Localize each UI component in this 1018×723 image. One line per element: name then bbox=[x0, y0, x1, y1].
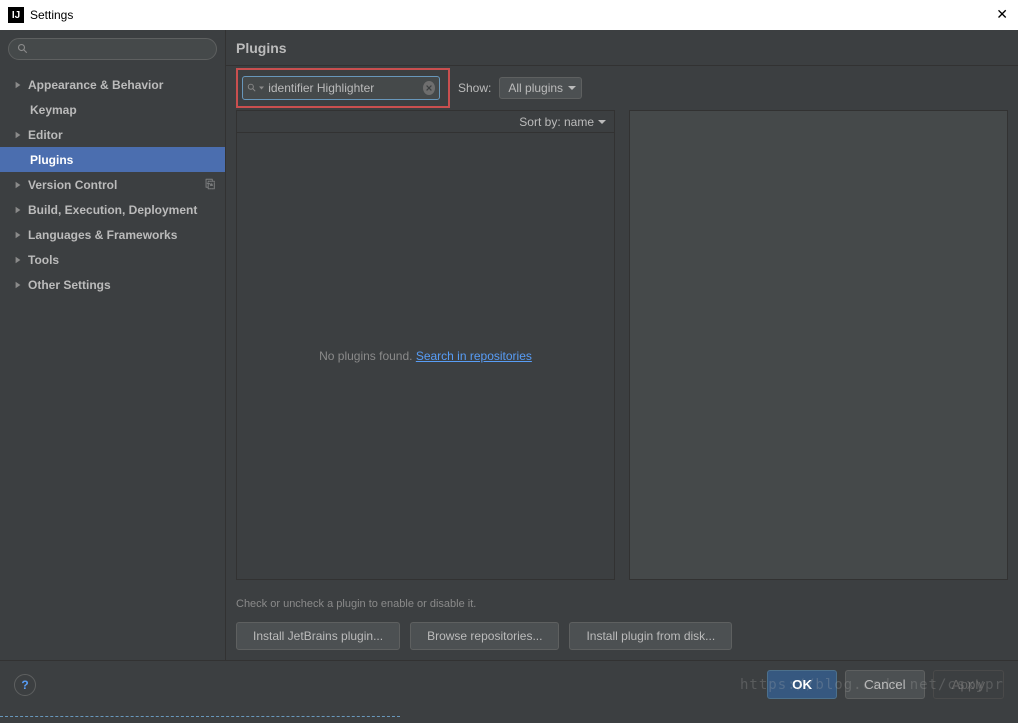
show-label: Show: bbox=[458, 81, 491, 95]
chevron-right-icon bbox=[14, 281, 24, 289]
sidebar-item-build-execution-deployment[interactable]: Build, Execution, Deployment bbox=[0, 197, 225, 222]
sidebar-item-label: Build, Execution, Deployment bbox=[28, 203, 197, 217]
sidebar-item-label: Appearance & Behavior bbox=[28, 78, 163, 92]
install-from-disk-button[interactable]: Install plugin from disk... bbox=[569, 622, 732, 650]
sidebar-item-label: Plugins bbox=[30, 153, 73, 167]
search-icon bbox=[17, 43, 29, 55]
dialog-footer: ? OK Cancel Apply bbox=[0, 660, 1018, 708]
ok-button[interactable]: OK bbox=[767, 670, 837, 699]
app-icon: IJ bbox=[8, 7, 24, 23]
sidebar-item-appearance-behavior[interactable]: Appearance & Behavior bbox=[0, 72, 225, 97]
sidebar: Appearance & Behavior Keymap Editor Plugins… bbox=[0, 30, 226, 660]
sidebar-item-label: Keymap bbox=[30, 103, 77, 117]
chevron-right-icon bbox=[14, 256, 24, 264]
sidebar-item-label: Version Control bbox=[28, 178, 117, 192]
plugin-detail-panel bbox=[629, 110, 1008, 580]
sort-dropdown[interactable]: Sort by: name bbox=[519, 115, 606, 129]
apply-button: Apply bbox=[933, 670, 1004, 699]
install-jetbrains-button[interactable]: Install JetBrains plugin... bbox=[236, 622, 400, 650]
decorative-line bbox=[0, 716, 400, 717]
chevron-right-icon bbox=[14, 181, 24, 189]
settings-tree: Appearance & Behavior Keymap Editor Plugins… bbox=[0, 68, 225, 297]
sidebar-item-tools[interactable]: Tools bbox=[0, 247, 225, 272]
show-filter-dropdown[interactable]: All plugins bbox=[499, 77, 582, 99]
sidebar-item-editor[interactable]: Editor bbox=[0, 122, 225, 147]
sidebar-item-label: Editor bbox=[28, 128, 63, 142]
search-repositories-link[interactable]: Search in repositories bbox=[416, 349, 532, 363]
chevron-right-icon bbox=[14, 206, 24, 214]
sidebar-item-label: Languages & Frameworks bbox=[28, 228, 177, 242]
page-title: Plugins bbox=[226, 30, 1018, 66]
plugin-search-field[interactable] bbox=[242, 76, 440, 100]
chevron-down-icon[interactable] bbox=[259, 85, 264, 91]
titlebar: IJ Settings ✕ bbox=[0, 0, 1018, 30]
sidebar-item-plugins[interactable]: Plugins bbox=[0, 147, 225, 172]
sidebar-item-label: Tools bbox=[28, 253, 59, 267]
sidebar-search-input[interactable] bbox=[8, 38, 217, 60]
content-area: Plugins Show: All plugins Sort by: na bbox=[226, 30, 1018, 660]
cancel-button[interactable]: Cancel bbox=[845, 670, 925, 699]
empty-text: No plugins found. bbox=[319, 349, 416, 363]
search-icon bbox=[247, 82, 257, 94]
sidebar-item-version-control[interactable]: Version Control ⎘ bbox=[0, 172, 225, 197]
sidebar-item-keymap[interactable]: Keymap bbox=[0, 97, 225, 122]
hint-text: Check or uncheck a plugin to enable or d… bbox=[226, 590, 1018, 618]
sidebar-item-other-settings[interactable]: Other Settings bbox=[0, 272, 225, 297]
plugin-list-panel: Sort by: name No plugins found. Search i… bbox=[236, 110, 615, 580]
clear-search-icon[interactable] bbox=[423, 81, 435, 95]
plugin-search-input[interactable] bbox=[268, 81, 423, 95]
chevron-right-icon bbox=[14, 231, 24, 239]
chevron-right-icon bbox=[14, 131, 24, 139]
close-icon[interactable]: ✕ bbox=[996, 6, 1008, 23]
search-highlight bbox=[236, 68, 450, 108]
browse-repositories-button[interactable]: Browse repositories... bbox=[410, 622, 559, 650]
window-title: Settings bbox=[30, 8, 73, 22]
sidebar-item-label: Other Settings bbox=[28, 278, 111, 292]
empty-state: No plugins found. Search in repositories bbox=[237, 133, 614, 579]
chevron-right-icon bbox=[14, 81, 24, 89]
sidebar-item-languages-frameworks[interactable]: Languages & Frameworks bbox=[0, 222, 225, 247]
help-icon[interactable]: ? bbox=[14, 674, 36, 696]
copy-icon: ⎘ bbox=[205, 177, 215, 192]
